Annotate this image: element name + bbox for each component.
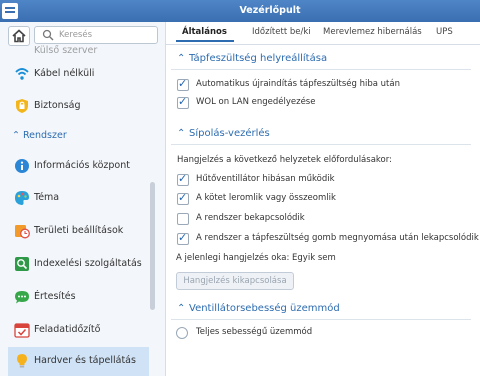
checkbox-label: A rendszer bekapcsolódik: [196, 213, 305, 223]
wifi-icon: [15, 68, 29, 80]
checkbox-wol[interactable]: [177, 95, 189, 109]
sidebar-item-wireless[interactable]: Kábel nélküli: [0, 60, 150, 88]
sidebar-item-security[interactable]: Biztonság: [0, 92, 150, 120]
tab-general[interactable]: Általános: [182, 27, 227, 37]
calendar-icon: [14, 323, 30, 338]
current-beep-reason: A jelenlegi hangjelzés oka: Egyik sem: [176, 253, 336, 263]
checkbox-volume-degraded[interactable]: [177, 191, 189, 205]
checkbox-label: Automatikus újraindítás tápfeszültség hi…: [196, 79, 400, 89]
info-icon: [15, 159, 29, 173]
sidebar: Keresés Külső szerver Kábel nélküli Bizt…: [0, 22, 166, 376]
checkbox-label: Hűtőventillátor hibásan működik: [196, 174, 335, 184]
checkbox-label: A kötet leromlik vagy összeomlik: [196, 193, 336, 203]
tab-ups[interactable]: UPS: [436, 27, 453, 37]
palette-icon: [15, 191, 29, 205]
sidebar-item-notification[interactable]: Értesítés: [0, 283, 150, 311]
section-beep-control-header[interactable]: ⌃ Sípolás-vezérlés: [177, 128, 270, 139]
divider: [171, 69, 471, 70]
tab-scheduled-power[interactable]: Időzített be/ki: [252, 27, 311, 37]
active-tab-indicator: [176, 40, 234, 42]
checkbox-power-button-shutdown[interactable]: [177, 231, 189, 245]
radio-label: Teljes sebességű üzemmód: [196, 327, 313, 337]
section-fan-speed-header[interactable]: ⌃ Ventillátorsebesség üzemmód: [177, 303, 340, 314]
chevron-up-icon: ⌃: [177, 303, 186, 314]
sidebar-item-label: Indexelési szolgáltatás: [34, 258, 142, 269]
stop-beep-button[interactable]: Hangjelzés kikapcsolása: [176, 272, 294, 290]
tab-hdd-hibernation[interactable]: Merevlemez hibernálás: [323, 27, 422, 37]
checkbox-label: A rendszer a tápfeszültség gomb megnyomá…: [196, 233, 479, 243]
chat-bubble-icon: [15, 291, 29, 304]
sidebar-item-info-center[interactable]: Információs központ: [0, 152, 150, 180]
sidebar-item-label: Értesítés: [34, 291, 76, 302]
sidebar-scrollbar[interactable]: [150, 182, 155, 310]
chevron-up-icon: ⌃: [177, 128, 186, 139]
sidebar-item-label: Kábel nélküli: [34, 68, 95, 79]
lightbulb-icon: [17, 354, 27, 368]
index-icon: [15, 257, 29, 271]
divider: [171, 144, 471, 145]
checkbox-system-power-on[interactable]: [177, 213, 189, 225]
clock-icon: [15, 225, 30, 239]
sidebar-section-system[interactable]: ⌃ Rendszer: [12, 130, 67, 141]
sidebar-item-task-scheduler[interactable]: Feladatidőzítő: [0, 316, 150, 344]
divider: [171, 319, 471, 320]
sidebar-item-indexing[interactable]: Indexelési szolgáltatás: [0, 250, 150, 278]
radio-full-speed[interactable]: [176, 327, 188, 339]
chevron-up-icon: ⌃: [177, 53, 186, 64]
sidebar-item-label: Hardver és tápellátás: [34, 355, 136, 366]
sidebar-item-hardware-power[interactable]: Hardver és tápellátás: [8, 347, 149, 376]
beep-intro-text: Hangjelzés a következő helyzetek előford…: [177, 155, 392, 165]
checkbox-fan-failure[interactable]: [177, 172, 189, 186]
sidebar-item-label: Információs központ: [34, 160, 130, 171]
title-bar: Vezérlőpult: [0, 0, 480, 22]
sidebar-item-regional[interactable]: Területi beállítások: [0, 217, 150, 245]
sidebar-item-label: Feladatidőzítő: [34, 324, 101, 335]
sidebar-item-label: Területi beállítások: [34, 225, 124, 236]
section-power-recovery-header[interactable]: ⌃ Tápfeszültség helyreállítása: [177, 53, 327, 64]
sidebar-item-label: Téma: [34, 192, 60, 203]
window-title: Vezérlőpult: [239, 5, 301, 16]
sidebar-item-theme[interactable]: Téma: [0, 184, 150, 212]
chevron-up-icon: ⌃: [12, 130, 23, 141]
sidebar-item-label: Biztonság: [34, 100, 81, 111]
security-shield-icon: [16, 99, 28, 113]
checkbox-auto-restart[interactable]: [177, 77, 189, 91]
checkbox-label: WOL on LAN engedélyezése: [196, 97, 316, 107]
